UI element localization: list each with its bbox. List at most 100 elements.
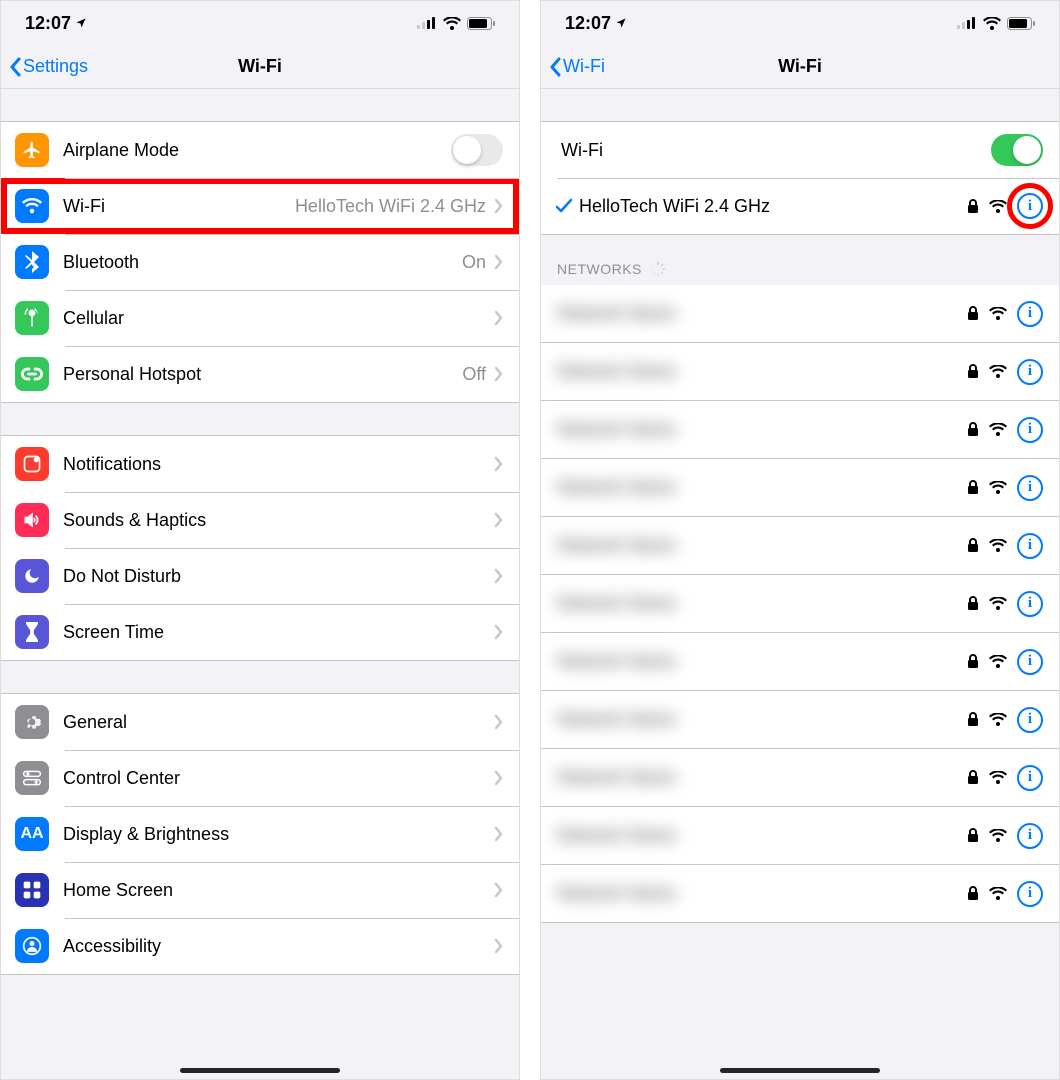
row-value: On xyxy=(462,252,486,273)
row-label: Bluetooth xyxy=(63,252,462,273)
network-row[interactable]: Network Name i xyxy=(541,865,1059,923)
grid-icon xyxy=(15,873,49,907)
lock-icon xyxy=(967,770,979,785)
antenna-icon xyxy=(15,301,49,335)
page-title: Wi-Fi xyxy=(778,56,822,77)
hourglass-icon xyxy=(15,615,49,649)
network-name: Network Name xyxy=(557,593,967,614)
row-label: General xyxy=(63,712,494,733)
row-label: Display & Brightness xyxy=(63,824,494,845)
network-row[interactable]: Network Name i xyxy=(541,633,1059,691)
lock-icon xyxy=(967,199,979,214)
row-label: Control Center xyxy=(63,768,494,789)
network-row[interactable]: Network Name i xyxy=(541,401,1059,459)
wifi-toggle[interactable] xyxy=(991,134,1043,166)
settings-group: Airplane ModeWi-FiHelloTech WiFi 2.4 GHz… xyxy=(1,121,519,403)
settings-row-home[interactable]: Home Screen xyxy=(1,862,519,918)
back-button[interactable]: Wi-Fi xyxy=(549,56,605,77)
info-button[interactable]: i xyxy=(1017,649,1043,675)
wifi-signal-icon xyxy=(989,481,1007,494)
row-value: Off xyxy=(462,364,486,385)
back-button[interactable]: Settings xyxy=(9,56,88,77)
link-icon xyxy=(15,357,49,391)
wifi-signal-icon xyxy=(989,713,1007,726)
settings-row-bluetooth[interactable]: BluetoothOn xyxy=(1,234,519,290)
settings-row-notifications[interactable]: Notifications xyxy=(1,436,519,492)
lock-icon xyxy=(967,306,979,321)
wifi-screen: 12:07 Wi-Fi Wi-Fi Wi-Fi xyxy=(540,0,1060,1080)
person-icon xyxy=(15,929,49,963)
settings-row-display[interactable]: AA Display & Brightness xyxy=(1,806,519,862)
network-name: Network Name xyxy=(557,651,967,672)
info-button[interactable]: i xyxy=(1017,823,1043,849)
connected-network-row[interactable]: HelloTech WiFi 2.4 GHz i xyxy=(541,178,1059,234)
bell-icon xyxy=(15,447,49,481)
settings-row-wifi[interactable]: Wi-FiHelloTech WiFi 2.4 GHz xyxy=(1,178,519,234)
wifi-icon xyxy=(443,17,461,30)
settings-row-accessibility[interactable]: Accessibility xyxy=(1,918,519,974)
network-name: Network Name xyxy=(557,883,967,904)
info-button[interactable]: i xyxy=(1017,475,1043,501)
connected-network-name: HelloTech WiFi 2.4 GHz xyxy=(579,196,967,217)
checkmark-icon xyxy=(549,198,579,214)
row-label: Accessibility xyxy=(63,936,494,957)
info-button[interactable]: i xyxy=(1017,707,1043,733)
chevron-right-icon xyxy=(494,366,503,382)
settings-row-hotspot[interactable]: Personal HotspotOff xyxy=(1,346,519,402)
settings-row-sounds[interactable]: Sounds & Haptics xyxy=(1,492,519,548)
airplane-toggle[interactable] xyxy=(451,134,503,166)
settings-row-dnd[interactable]: Do Not Disturb xyxy=(1,548,519,604)
info-button[interactable]: i xyxy=(1017,359,1043,385)
network-row[interactable]: Network Name i xyxy=(541,343,1059,401)
info-button[interactable]: i xyxy=(1017,533,1043,559)
network-row[interactable]: Network Name i xyxy=(541,691,1059,749)
settings-row-cellular[interactable]: Cellular xyxy=(1,290,519,346)
cellular-signal-icon xyxy=(957,17,977,29)
chevron-right-icon xyxy=(494,310,503,326)
settings-group: Notifications Sounds & Haptics Do Not Dist… xyxy=(1,435,519,661)
network-row[interactable]: Network Name i xyxy=(541,807,1059,865)
network-name: Network Name xyxy=(557,709,967,730)
info-button[interactable]: i xyxy=(1017,591,1043,617)
chevron-right-icon xyxy=(494,512,503,528)
info-button[interactable]: i xyxy=(1017,301,1043,327)
network-row[interactable]: Network Name i xyxy=(541,517,1059,575)
settings-list[interactable]: Airplane ModeWi-FiHelloTech WiFi 2.4 GHz… xyxy=(1,89,519,1079)
info-button[interactable]: i xyxy=(1017,193,1043,219)
info-button[interactable]: i xyxy=(1017,881,1043,907)
settings-row-general[interactable]: General xyxy=(1,694,519,750)
settings-group: General Control Center AA Display & Brightn… xyxy=(1,693,519,975)
lock-icon xyxy=(967,654,979,669)
settings-row-screentime[interactable]: Screen Time xyxy=(1,604,519,660)
network-name: Network Name xyxy=(557,419,967,440)
home-indicator[interactable] xyxy=(180,1068,340,1073)
info-button[interactable]: i xyxy=(1017,417,1043,443)
chevron-right-icon xyxy=(494,254,503,270)
settings-row-airplane[interactable]: Airplane Mode xyxy=(1,122,519,178)
row-label: Sounds & Haptics xyxy=(63,510,494,531)
wifi-toggle-label: Wi-Fi xyxy=(561,140,991,161)
network-row[interactable]: Network Name i xyxy=(541,285,1059,343)
home-indicator[interactable] xyxy=(720,1068,880,1073)
network-name: Network Name xyxy=(557,477,967,498)
chevron-right-icon xyxy=(494,826,503,842)
status-time: 12:07 xyxy=(565,13,611,34)
status-bar: 12:07 xyxy=(1,1,519,45)
row-label: Notifications xyxy=(63,454,494,475)
bluetooth-icon xyxy=(15,245,49,279)
aa-icon: AA xyxy=(15,817,49,851)
status-time: 12:07 xyxy=(25,13,71,34)
row-value: HelloTech WiFi 2.4 GHz xyxy=(295,196,486,217)
network-row[interactable]: Network Name i xyxy=(541,575,1059,633)
wifi-signal-icon xyxy=(989,423,1007,436)
networks-list[interactable]: Network Name i Network Name i Network Na… xyxy=(541,285,1059,923)
network-row[interactable]: Network Name i xyxy=(541,749,1059,807)
info-button[interactable]: i xyxy=(1017,765,1043,791)
settings-row-control[interactable]: Control Center xyxy=(1,750,519,806)
lock-icon xyxy=(967,480,979,495)
wifi-signal-icon xyxy=(989,539,1007,552)
network-row[interactable]: Network Name i xyxy=(541,459,1059,517)
lock-icon xyxy=(967,712,979,727)
lock-icon xyxy=(967,538,979,553)
network-name: Network Name xyxy=(557,303,967,324)
